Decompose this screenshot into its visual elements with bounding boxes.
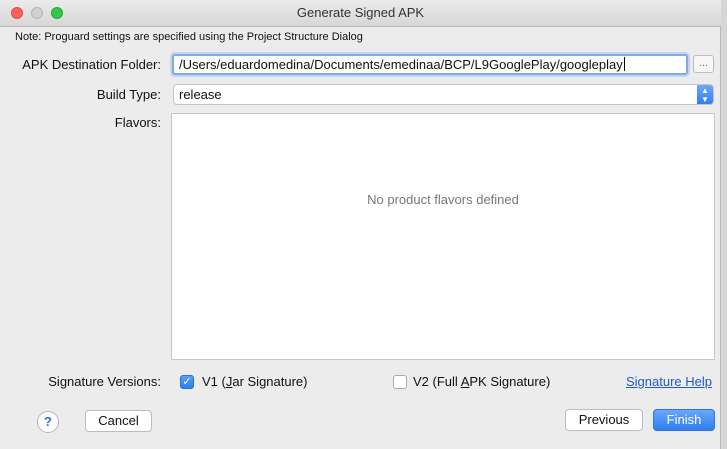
v1-label-suffix: ar Signature) (232, 374, 308, 389)
generate-signed-apk-dialog: Generate Signed APK Note: Proguard setti… (0, 0, 727, 449)
checkmark-icon: ✓ (182, 376, 192, 388)
build-type-label: Build Type: (96, 87, 161, 102)
help-icon[interactable]: ? (37, 411, 59, 433)
flavors-empty-message: No product flavors defined (367, 192, 519, 207)
text-caret (623, 57, 625, 71)
v2-signature-label[interactable]: V2 (Full APK Signature) (413, 374, 550, 389)
v1-signature-checkbox[interactable]: ✓ (180, 375, 194, 389)
v2-label-prefix: V2 (Full (413, 374, 461, 389)
build-type-select[interactable]: release ▲ ▼ (173, 84, 714, 105)
signature-versions-label: Signature Versions: (48, 374, 161, 389)
v1-label-prefix: V1 ( (202, 374, 226, 389)
flavors-label: Flavors: (114, 115, 161, 130)
cancel-button[interactable]: Cancel (85, 410, 152, 432)
signature-help-link[interactable]: Signature Help (626, 374, 712, 389)
previous-button[interactable]: Previous (565, 409, 643, 431)
flavors-list[interactable]: No product flavors defined (171, 113, 715, 360)
v2-label-suffix: PK Signature) (469, 374, 551, 389)
proguard-note: Note: Proguard settings are specified us… (15, 31, 363, 43)
browse-folder-button[interactable]: ... (693, 55, 714, 73)
finish-button[interactable]: Finish (653, 409, 715, 431)
destination-folder-input[interactable]: /Users/eduardomedina/Documents/emedinaa/… (172, 54, 688, 75)
v2-signature-checkbox[interactable] (393, 375, 407, 389)
build-type-value: release (179, 87, 222, 102)
destination-folder-label: APK Destination Folder: (22, 57, 161, 72)
title-bar: Generate Signed APK (0, 0, 721, 27)
window-title: Generate Signed APK (296, 5, 425, 20)
chevron-updown-icon[interactable]: ▲ ▼ (697, 85, 713, 104)
background-window-edge (720, 0, 727, 449)
v1-signature-label[interactable]: V1 (Jar Signature) (202, 374, 308, 389)
destination-folder-value: /Users/eduardomedina/Documents/emedinaa/… (179, 57, 623, 72)
